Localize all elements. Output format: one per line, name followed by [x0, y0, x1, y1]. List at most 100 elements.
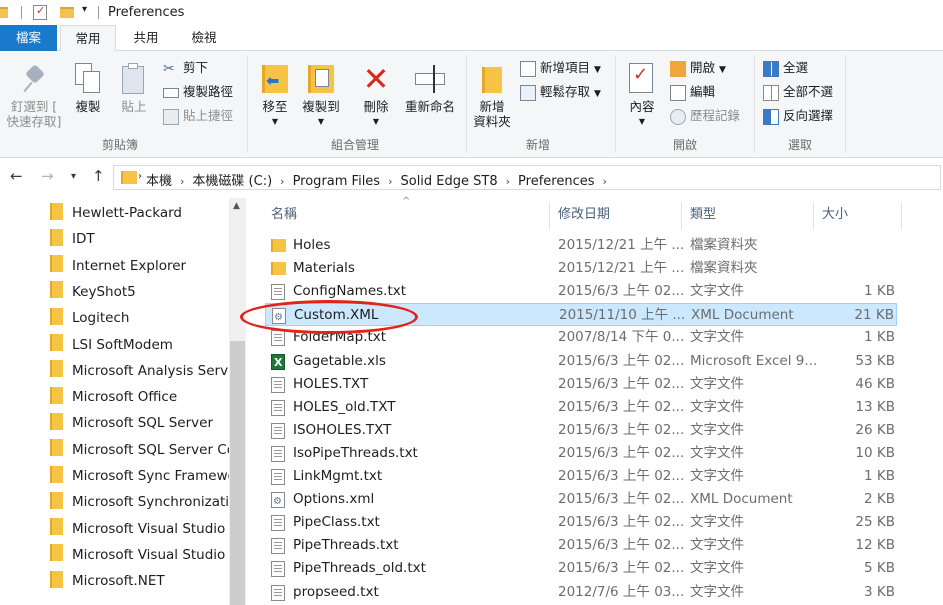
address-bar[interactable]: › 本機 › 本機磁碟 (C:) › Program Files › Solid Edge …: [113, 165, 941, 190]
invert-selection-button[interactable]: 反向選擇: [763, 106, 833, 126]
chevron-right-icon[interactable]: ›: [180, 175, 184, 188]
ribbon-tabs: 檔案 常用 共用 檢視: [0, 25, 943, 52]
tree-item[interactable]: Microsoft.NET: [50, 570, 230, 592]
tab-home[interactable]: 常用: [60, 25, 116, 52]
new-item-icon: [520, 60, 536, 77]
divider[interactable]: [681, 202, 682, 230]
tree-item-label: Microsoft Visual Studio 10.0: [72, 546, 230, 563]
column-header-name[interactable]: 名稱: [271, 202, 297, 228]
file-type: 文字文件: [690, 398, 744, 415]
file-row[interactable]: IsoPipeThreads.txt 2015/6/3 上午 02... 文字文件 1…: [265, 442, 897, 465]
folder-icon: [271, 262, 286, 276]
customize-quick-access-icon[interactable]: ▾: [82, 4, 87, 15]
copy-to-button[interactable]: 複製到 ▼: [298, 63, 344, 129]
pin-quick-access-button[interactable]: 釘選到 [ 快速存取]: [2, 64, 66, 129]
chevron-right-icon[interactable]: ›: [603, 175, 607, 188]
recent-locations-chevron-down-icon[interactable]: ▾: [71, 171, 76, 182]
new-folder-button[interactable]: 新增 資料夾: [470, 63, 514, 129]
file-row[interactable]: Materials 2015/12/21 上午 ... 檔案資料夾: [265, 257, 897, 280]
column-header-date[interactable]: 修改日期: [558, 202, 610, 228]
column-header-type[interactable]: 類型: [690, 202, 716, 228]
file-row[interactable]: Holes 2015/12/21 上午 ... 檔案資料夾: [265, 234, 897, 257]
easy-access-button[interactable]: 輕鬆存取 ▼: [520, 82, 601, 102]
paste-shortcut-button[interactable]: 貼上捷徑: [163, 106, 233, 126]
tree-item[interactable]: LSI SoftModem: [50, 334, 230, 356]
forward-button[interactable]: →: [41, 167, 54, 185]
tree-item[interactable]: IDT: [50, 228, 230, 250]
history-button[interactable]: 歷程記錄: [670, 106, 740, 126]
tree-item[interactable]: Microsoft SQL Server: [50, 412, 230, 434]
tree-item[interactable]: Logitech: [50, 307, 230, 329]
tree-item[interactable]: Internet Explorer: [50, 255, 230, 277]
file-row[interactable]: LinkMgmt.txt 2015/6/3 上午 02... 文字文件 1 KB: [265, 465, 897, 488]
edit-icon: [670, 84, 686, 101]
tree-item[interactable]: Microsoft Office: [50, 386, 230, 408]
file-type: 檔案資料夾: [690, 237, 758, 253]
tree-item[interactable]: KeyShot5: [50, 281, 230, 303]
properties-button[interactable]: ✓ 內容 ▼: [622, 63, 662, 129]
file-date: 2015/6/3 上午 02...: [558, 537, 685, 554]
copy-path-button[interactable]: 複製路徑: [163, 82, 233, 102]
open-button[interactable]: 開啟 ▼: [670, 58, 726, 78]
divider[interactable]: [901, 202, 902, 230]
divider: [98, 6, 99, 19]
tree-item[interactable]: Hewlett-Packard: [50, 202, 230, 224]
file-row[interactable]: PipeClass.txt 2015/6/3 上午 02... 文字文件 25 KB: [265, 511, 897, 534]
copy-button[interactable]: 複製: [68, 63, 108, 114]
breadcrumb-item[interactable]: Program Files: [293, 174, 381, 189]
breadcrumb-item[interactable]: 本機: [146, 174, 172, 189]
tree-item[interactable]: Microsoft Sync Framework: [50, 465, 230, 487]
folder-icon: [271, 239, 286, 252]
scrollbar-thumb[interactable]: [230, 341, 245, 605]
tab-view[interactable]: 檢視: [182, 25, 226, 51]
divider[interactable]: [549, 202, 550, 230]
file-type: 文字文件: [690, 537, 744, 554]
navigation-pane-scrollbar[interactable]: ▲: [229, 198, 246, 605]
cut-button[interactable]: ✂ 剪下: [163, 58, 208, 78]
breadcrumb-item[interactable]: Solid Edge ST8: [400, 174, 497, 189]
paste-button[interactable]: 貼上: [114, 63, 154, 114]
divider[interactable]: [813, 202, 814, 230]
cut-label: 剪下: [183, 60, 209, 75]
tree-item[interactable]: Microsoft Analysis Services: [50, 360, 230, 382]
file-row[interactable]: HOLES.TXT 2015/6/3 上午 02... 文字文件 46 KB: [265, 373, 897, 396]
tab-file[interactable]: 檔案: [0, 25, 57, 51]
file-row[interactable]: Options.xml 2015/6/3 上午 02... XML Document…: [265, 488, 897, 513]
file-row[interactable]: propseed.txt 2012/7/6 上午 03... 文字文件 3 KB: [265, 581, 897, 604]
rename-button[interactable]: 重新命名: [400, 63, 460, 114]
file-type: XML Document: [691, 307, 794, 324]
up-button[interactable]: ↑: [92, 167, 105, 185]
file-row[interactable]: ConfigNames.txt 2015/6/3 上午 02... 文字文件 1 KB: [265, 280, 897, 303]
tree-item[interactable]: Microsoft SQL Server Compact Edition: [50, 439, 230, 461]
breadcrumb-item[interactable]: 本機磁碟 (C:): [192, 174, 272, 189]
file-row[interactable]: HOLES_old.TXT 2015/6/3 上午 02... 文字文件 13 KB: [265, 396, 897, 419]
file-row[interactable]: ISOHOLES.TXT 2015/6/3 上午 02... 文字文件 26 KB: [265, 419, 897, 442]
chevron-right-icon[interactable]: ›: [280, 175, 284, 188]
move-to-button[interactable]: ⬅ 移至 ▼: [254, 63, 296, 129]
delete-button[interactable]: ✕ 刪除 ▼: [356, 63, 396, 129]
chevron-right-icon[interactable]: ›: [506, 175, 510, 188]
properties-quick-icon[interactable]: ✓: [33, 4, 47, 20]
chevron-right-icon[interactable]: ›: [388, 175, 392, 188]
scroll-up-icon[interactable]: ▲: [233, 201, 240, 211]
tree-item[interactable]: Microsoft Visual Studio 8: [50, 518, 230, 540]
select-none-button[interactable]: 全部不選: [763, 82, 833, 102]
edit-button[interactable]: 編輯: [670, 82, 715, 102]
breadcrumb-item[interactable]: Preferences: [518, 174, 594, 189]
file-row[interactable]: PipeThreads.txt 2015/6/3 上午 02... 文字文件 12 K…: [265, 534, 897, 557]
back-button[interactable]: ←: [10, 167, 23, 185]
folder-icon: [50, 544, 63, 562]
tree-item[interactable]: Microsoft Visual Studio 10.0: [50, 544, 230, 566]
tree-item[interactable]: Microsoft Synchronization Services: [50, 491, 230, 513]
tab-share[interactable]: 共用: [124, 25, 168, 51]
new-folder-quick-icon[interactable]: [60, 7, 74, 18]
new-item-button[interactable]: 新增項目 ▼: [520, 58, 601, 78]
scissors-icon: ✂: [163, 60, 175, 77]
move-to-label: 移至: [262, 99, 288, 114]
column-header-size[interactable]: 大小: [822, 202, 848, 228]
file-row[interactable]: Gagetable.xls 2015/6/3 上午 02... Microsoft …: [265, 350, 897, 374]
file-row[interactable]: PipeThreads_old.txt 2015/6/3 上午 02... 文字文件…: [265, 557, 897, 580]
select-all-button[interactable]: 全選: [763, 58, 808, 78]
folder-icon: [50, 202, 63, 220]
delete-label: 刪除: [363, 99, 389, 114]
